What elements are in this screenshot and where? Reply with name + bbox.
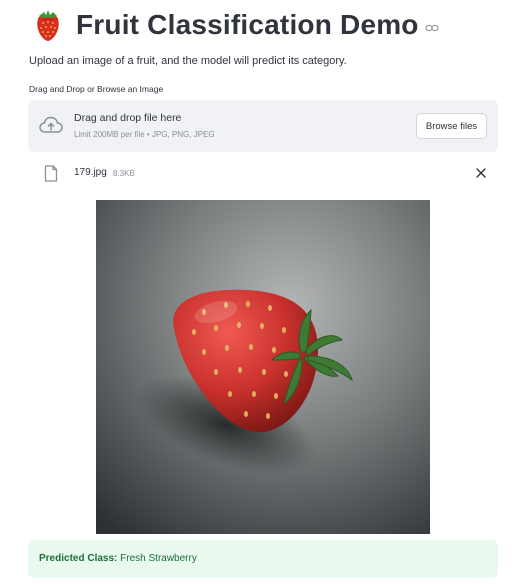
file-dropzone[interactable]: Drag and drop file here Limit 200MB per …: [28, 100, 498, 152]
file-size: 8.3KB: [113, 168, 135, 178]
browse-files-button[interactable]: Browse files: [416, 113, 487, 139]
dropzone-instructions: Drag and drop file here: [74, 112, 182, 124]
dropzone-limit: Limit 200MB per file • JPG, PNG, JPEG: [74, 130, 215, 139]
uploaded-image-preview: [96, 200, 430, 534]
prediction-value: Fresh Strawberry: [120, 553, 197, 564]
file-name: 179.jpg: [74, 167, 107, 178]
close-icon[interactable]: [476, 168, 486, 178]
strawberry-photo: [96, 200, 430, 534]
prediction-result: Predicted Class: Fresh Strawberry: [28, 540, 498, 578]
page-title: Fruit Classification Demo: [76, 9, 419, 40]
uploader-label: Drag and Drop or Browse an Image: [29, 84, 164, 94]
link-icon[interactable]: [425, 23, 439, 33]
uploaded-file-row: 179.jpg 8.3KB: [28, 160, 498, 186]
cloud-upload-icon: [39, 116, 63, 133]
file-icon: [44, 165, 58, 182]
page-header: Fruit Classification Demo: [30, 6, 439, 44]
strawberry-emoji-icon: [37, 10, 59, 41]
prediction-text: Predicted Class: Fresh Strawberry: [39, 553, 197, 564]
intro-text: Upload an image of a fruit, and the mode…: [29, 55, 347, 67]
prediction-label: Predicted Class:: [39, 553, 118, 564]
